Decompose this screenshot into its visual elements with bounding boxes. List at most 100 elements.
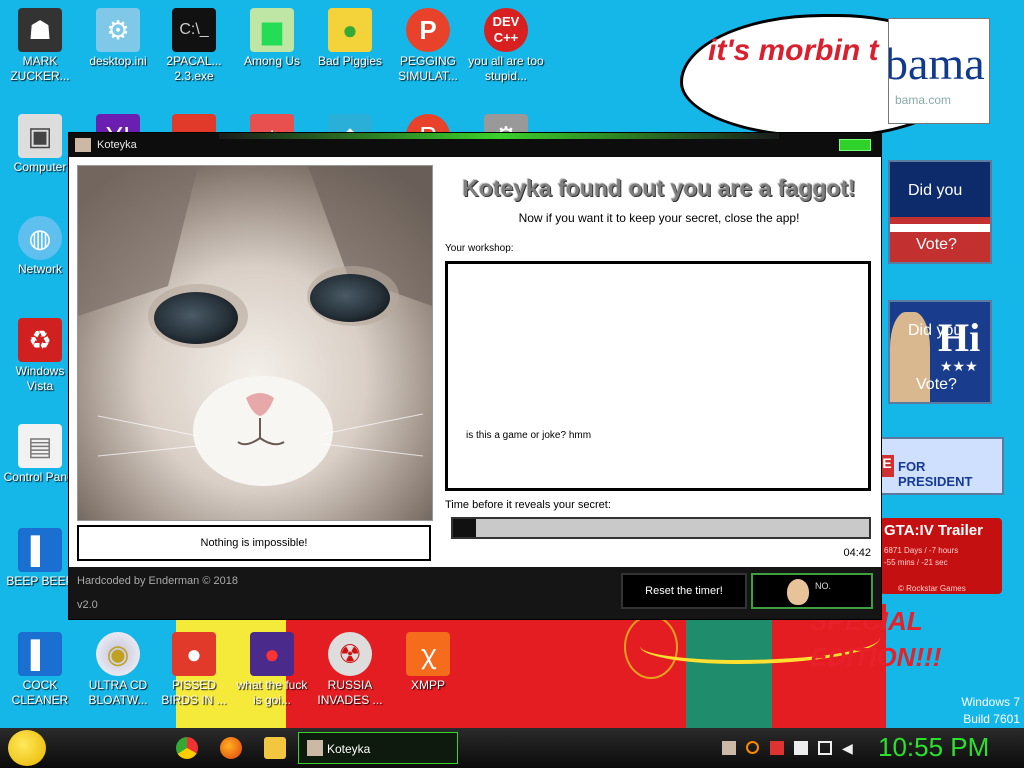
baldi-button[interactable]: NO. bbox=[751, 573, 873, 609]
cat-icon bbox=[307, 740, 323, 756]
caption-box: Nothing is impossible! bbox=[77, 525, 431, 561]
desktop-icon-hidden-4[interactable]: P bbox=[390, 114, 466, 132]
obama-logo-card: bama bama.com bbox=[888, 18, 990, 124]
desktop-icon-beep-beep[interactable]: ▌ BEEP BEEP bbox=[2, 528, 78, 589]
desktop-icon-hidden-5[interactable]: ⚙ bbox=[468, 114, 544, 132]
desktop-icon-pegging-simulator[interactable]: P PEGGING SIMULAT... bbox=[390, 8, 466, 84]
baldi-note: NO. bbox=[815, 581, 832, 591]
windows-build-label: Build 7601 bbox=[963, 712, 1020, 726]
desktop-icon-dev-cpp[interactable]: DEV C++ you all are too stupid... bbox=[468, 8, 544, 84]
among-us-icon: ▆ bbox=[250, 8, 294, 52]
red-app-icon: ● bbox=[172, 114, 216, 132]
taskbar-koteyka-button[interactable]: Koteyka bbox=[298, 732, 458, 764]
desktop-icon-2pacal[interactable]: C:\_ 2PACAL... 2.3.exe bbox=[156, 8, 232, 84]
console-exe-icon: C:\_ bbox=[172, 8, 216, 52]
vote-poster-vote: Vote? bbox=[916, 236, 957, 253]
start-button[interactable] bbox=[8, 730, 46, 766]
house-app-icon: ▲ bbox=[250, 114, 294, 132]
desktop-icon-computer[interactable]: ▣ Computer bbox=[2, 114, 78, 175]
desktop-icon-windows-vista[interactable]: ♻ Windows Vista bbox=[2, 318, 78, 394]
tray-app-icon[interactable] bbox=[770, 741, 784, 755]
desktop-icon-pissed-birds[interactable]: ● PISSED BIRDS IN ... bbox=[156, 632, 232, 708]
desktop-icon-mark-zucker[interactable]: ☗ MARK ZUCKER... bbox=[2, 8, 78, 84]
cat-photo bbox=[77, 165, 433, 521]
vote-poster-2: Hi ★★★ Did you Vote? bbox=[888, 300, 992, 404]
desktop-icon-label: Among Us bbox=[243, 54, 301, 68]
desktop-icon-yahoo[interactable]: Y! bbox=[80, 114, 156, 132]
gta-line-2: -55 mins / -21 sec bbox=[884, 558, 948, 567]
zuckerberg-figure-icon: ☗ bbox=[18, 8, 62, 52]
desktop-icon-bad-piggies[interactable]: ● Bad Piggies bbox=[312, 8, 388, 69]
network-icon: ◍ bbox=[18, 216, 62, 260]
window-titlebar[interactable]: Koteyka bbox=[69, 133, 881, 157]
desktop-icon-label: you all are too stupid... bbox=[468, 54, 544, 83]
cat-illustration bbox=[78, 166, 432, 520]
firefox-icon[interactable] bbox=[220, 737, 242, 759]
window-client: Nothing is impossible! Koteyka found out… bbox=[69, 157, 881, 567]
computer-icon: ▣ bbox=[18, 114, 62, 158]
subline: Now if you want it to keep your secret, … bbox=[518, 211, 800, 225]
pegging-icon: P bbox=[406, 8, 450, 52]
taskbar-koteyka-label: Koteyka bbox=[327, 742, 371, 756]
angry-birds-space-icon: ● bbox=[250, 632, 294, 676]
koteyka-window: Koteyka Nothing is impossible! Koteyka f… bbox=[68, 132, 882, 620]
desktop-icon-label: what the fuck is goi... bbox=[236, 678, 308, 707]
desktop-icon-label: MARK ZUCKER... bbox=[10, 54, 70, 83]
gta-title: GTA:IV Trailer bbox=[884, 522, 983, 539]
dev-cpp-icon: DEV C++ bbox=[484, 8, 528, 52]
folder-icon[interactable] bbox=[264, 737, 286, 759]
desktop-icon-label: 2PACAL... 2.3.exe bbox=[166, 54, 222, 83]
desktop-icon-label: Network bbox=[17, 262, 62, 276]
windows-version-label: Windows 7 bbox=[961, 695, 1020, 709]
tray-network-icon[interactable] bbox=[818, 741, 832, 755]
desktop-icon-hidden-3[interactable]: ◆ bbox=[312, 114, 388, 132]
countdown-timer: 04:42 bbox=[843, 547, 871, 559]
recycle-bin-icon: ♻ bbox=[18, 318, 62, 362]
desktop-icon-hidden-2[interactable]: ▲ bbox=[234, 114, 310, 132]
credit-text: Hardcoded by Enderman © 2018 bbox=[77, 575, 238, 587]
obama-logo: bama bbox=[888, 38, 985, 89]
yahoo-icon: Y! bbox=[96, 114, 140, 132]
desktop-icon-among-us[interactable]: ▆ Among Us bbox=[234, 8, 310, 69]
desktop-icon-cock-cleaner[interactable]: ▌ COCK CLEANER bbox=[2, 632, 78, 708]
desktop-icon-desktop-ini[interactable]: ⚙ desktop.ini bbox=[80, 8, 156, 69]
desktop-icon-xmpp[interactable]: ꭓ XMPP bbox=[390, 632, 466, 693]
cat-icon bbox=[75, 138, 91, 152]
workshop-label: Your workshop: bbox=[445, 243, 514, 254]
chrome-icon[interactable] bbox=[176, 737, 198, 759]
vote-poster-did-you: Did you bbox=[908, 182, 963, 199]
desktop-icon-hidden-1[interactable]: ● bbox=[156, 114, 232, 132]
window-control-button[interactable] bbox=[839, 139, 871, 151]
blue-file-icon: ▌ bbox=[18, 632, 62, 676]
version-text: v2.0 bbox=[77, 599, 98, 611]
taskbar: Koteyka ◀ 10:55 PM bbox=[0, 728, 1024, 768]
desktop-icon-label: PISSED BIRDS IN ... bbox=[161, 678, 227, 707]
xampp-icon: ꭓ bbox=[406, 632, 450, 676]
control-panel-icon: ▤ bbox=[18, 424, 62, 468]
desktop-icon-russia-invades[interactable]: ☢ RUSSIA INVADES ... bbox=[312, 632, 388, 708]
reveal-progress-fill bbox=[453, 519, 476, 537]
blue-file-icon: ▌ bbox=[18, 528, 62, 572]
taskbar-clock[interactable]: 10:55 PM bbox=[878, 732, 989, 763]
desktop-icon-label: PEGGING SIMULAT... bbox=[398, 54, 458, 83]
window-title: Koteyka bbox=[97, 139, 137, 151]
reveal-progress-bar bbox=[451, 517, 871, 539]
desktop-icon-what-the[interactable]: ● what the fuck is goi... bbox=[234, 632, 310, 708]
gta-line-3: © Rockstar Games bbox=[898, 584, 966, 593]
workshop-textarea[interactable]: is this a game or joke? hmm bbox=[445, 261, 871, 491]
vote-poster-vote-2: Vote? bbox=[916, 376, 957, 393]
tray-cat-icon[interactable] bbox=[722, 741, 736, 755]
desktop-icon-control-panel[interactable]: ▤ Control Panel bbox=[2, 424, 78, 485]
tray-flag-icon[interactable] bbox=[794, 741, 808, 755]
tray-search-icon[interactable] bbox=[746, 741, 759, 754]
desktop-icon-network[interactable]: ◍ Network bbox=[2, 216, 78, 277]
tray-volume-icon[interactable]: ◀ bbox=[842, 741, 856, 755]
vote-poster-stars: ★★★ bbox=[940, 358, 978, 374]
desktop-icon-ultra-cd[interactable]: ◉ ULTRA CD BLOATW... bbox=[80, 632, 156, 708]
gta-line-1: 6871 Days / -7 hours bbox=[884, 546, 959, 555]
desktop-icon-label: desktop.ini bbox=[89, 54, 147, 68]
morbin-text: it's morbin t bbox=[708, 34, 879, 67]
pegging-icon: P bbox=[406, 114, 450, 132]
workshop-text: is this a game or joke? hmm bbox=[466, 430, 592, 441]
reset-timer-button[interactable]: Reset the timer! bbox=[621, 573, 747, 609]
